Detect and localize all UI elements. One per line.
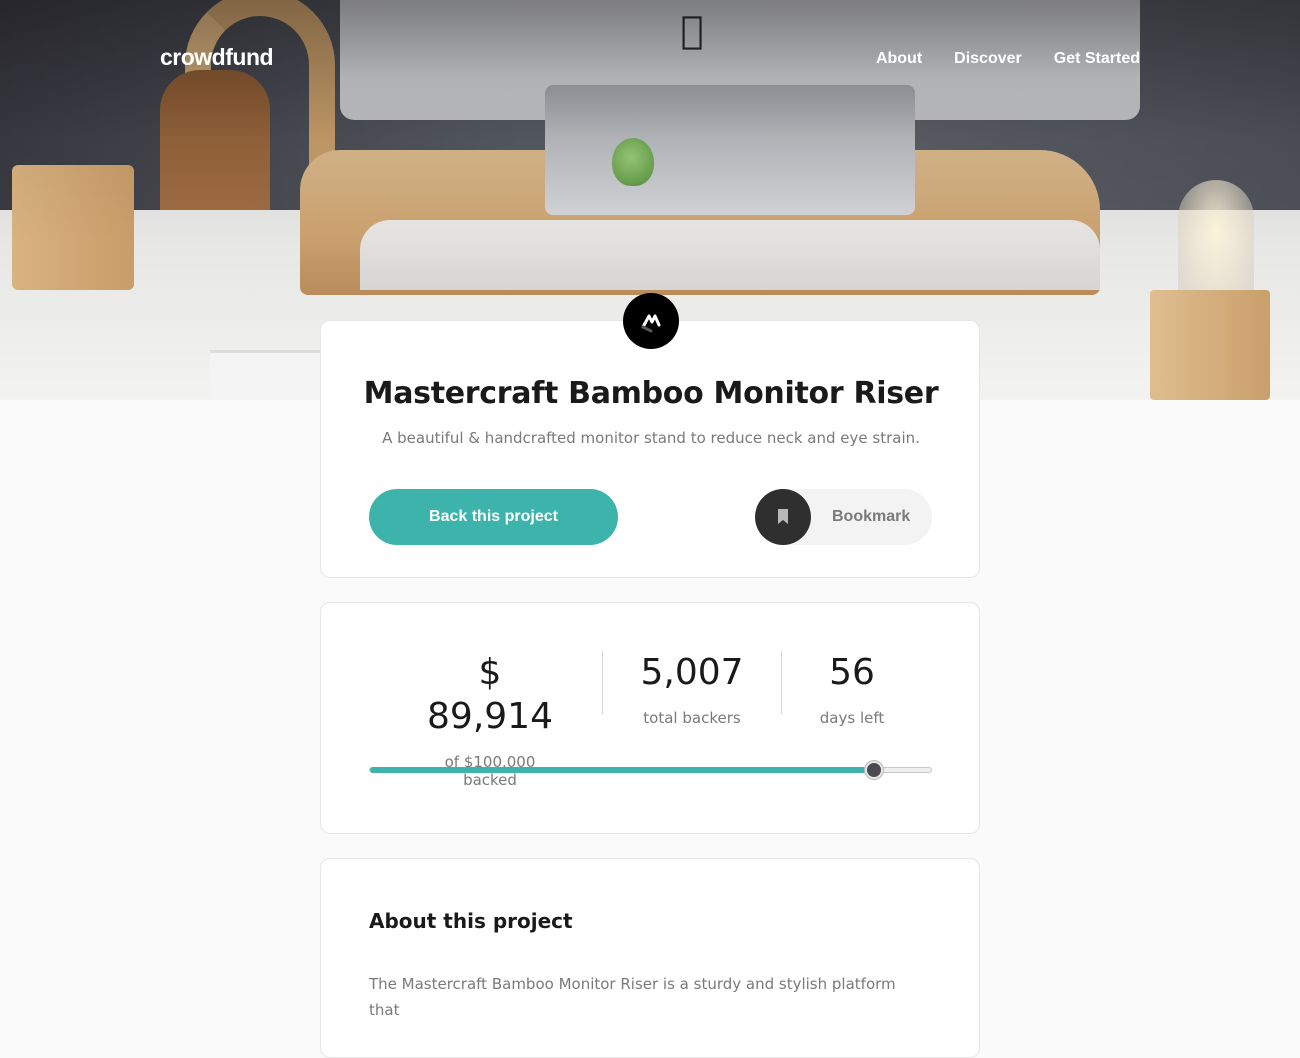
nav-link-discover[interactable]: Discover [954, 50, 1022, 68]
funding-progress-bar[interactable] [369, 761, 932, 779]
project-description: A beautiful & handcrafted monitor stand … [382, 429, 920, 447]
main-nav: About Discover Get Started [876, 50, 1140, 68]
stat-divider [602, 651, 603, 714]
bookmark-button[interactable]: Bookmark [755, 489, 932, 545]
bookmark-label: Bookmark [832, 508, 911, 525]
funding-progress-fill [370, 767, 875, 773]
about-project-card: About this project The Mastercraft Bambo… [320, 858, 980, 1058]
project-intro-card: Mastercraft Bamboo Monitor Riser A beaut… [320, 293, 980, 578]
stat-days-left-value: 56 [829, 652, 875, 693]
stat-days-left-label: days left [819, 709, 885, 727]
about-title: About this project [369, 909, 573, 933]
stat-backed-value: $ 89,914 [427, 652, 553, 737]
mastercraft-logo-icon [623, 293, 679, 349]
brand-logo[interactable]: crowdfund [160, 44, 274, 71]
bookmark-icon [755, 489, 811, 545]
stat-divider [781, 651, 782, 714]
project-title: Mastercraft Bamboo Monitor Riser [363, 376, 939, 411]
nav-link-get-started[interactable]: Get Started [1054, 50, 1140, 68]
stat-days-left: 56 days left [811, 651, 893, 727]
project-stats-card: $ 89,914 of $100.000 backed 5,007 total … [320, 602, 980, 834]
about-text: The Mastercraft Bamboo Monitor Riser is … [369, 975, 896, 1019]
back-project-button[interactable]: Back this project [369, 489, 618, 545]
stat-backers-value: 5,007 [640, 652, 744, 693]
nav-link-about[interactable]: About [876, 50, 922, 68]
stat-backers-label: total backers [643, 709, 741, 727]
stat-backers: 5,007 total backers [631, 651, 753, 727]
funding-progress-thumb[interactable] [865, 761, 884, 779]
